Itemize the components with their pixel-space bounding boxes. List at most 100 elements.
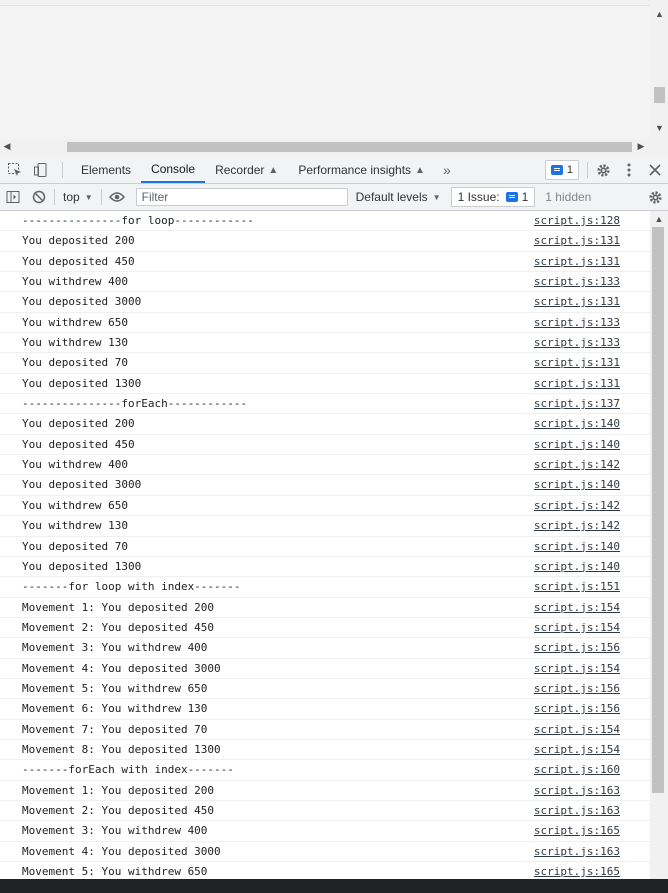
source-link[interactable]: script.js:154 <box>534 601 620 614</box>
console-message-text: You deposited 3000 <box>22 478 142 492</box>
scroll-down-arrow-icon[interactable]: ▼ <box>651 121 668 135</box>
console-message-row: You deposited 1300 script.js:131 <box>0 374 650 395</box>
console-message-row: You withdrew 650 script.js:142 <box>0 496 650 517</box>
scroll-left-arrow-icon[interactable]: ◀ <box>0 139 14 154</box>
source-link[interactable]: script.js:165 <box>534 865 620 878</box>
log-levels-label: Default levels <box>355 190 428 204</box>
filter-input[interactable] <box>135 188 348 206</box>
source-link[interactable]: script.js:131 <box>534 377 620 390</box>
scroll-right-arrow-icon[interactable]: ▶ <box>634 139 648 154</box>
console-message-row: You deposited 1300 script.js:140 <box>0 557 650 578</box>
source-link[interactable]: script.js:131 <box>534 356 620 369</box>
source-link[interactable]: script.js:131 <box>534 255 620 268</box>
console-message-row: You deposited 200 script.js:131 <box>0 231 650 252</box>
console-message-text: You withdrew 650 <box>22 498 128 512</box>
console-messages: ---------------for loop------------ scrip… <box>0 211 650 879</box>
console-message-text: You withdrew 400 <box>22 275 128 289</box>
context-selector[interactable]: top ▼ <box>57 190 99 204</box>
source-link[interactable]: script.js:140 <box>534 560 620 573</box>
source-link[interactable]: script.js:160 <box>534 763 620 776</box>
console-scroll-thumb[interactable] <box>652 227 664 793</box>
console-message-row: Movement 2: You deposited 450 script.js:1… <box>0 618 650 639</box>
source-link[interactable]: script.js:151 <box>534 580 620 593</box>
console-message-row: You deposited 70 script.js:131 <box>0 353 650 374</box>
source-link[interactable]: script.js:165 <box>534 824 620 837</box>
source-link[interactable]: script.js:140 <box>534 540 620 553</box>
console-message-text: Movement 3: You withdrew 400 <box>22 641 208 655</box>
source-link[interactable]: script.js:137 <box>534 397 620 410</box>
source-link[interactable]: script.js:133 <box>534 275 620 288</box>
settings-gear-icon[interactable] <box>590 157 616 183</box>
inspect-element-icon[interactable] <box>2 157 28 183</box>
console-message-row: Movement 1: You deposited 200 script.js:1… <box>0 781 650 801</box>
device-toolbar-icon[interactable] <box>28 157 54 183</box>
source-link[interactable]: script.js:140 <box>534 417 620 430</box>
page-vertical-scrollbar[interactable]: ▲ ▼ <box>651 5 668 139</box>
tab-label: Elements <box>81 163 132 177</box>
console-message-text: You withdrew 400 <box>22 458 128 472</box>
console-message-row: -------for loop with index------- script.… <box>0 577 650 598</box>
tab-elements[interactable]: Elements <box>71 157 141 183</box>
page-horizontal-scroll-thumb[interactable] <box>67 142 632 152</box>
source-link[interactable]: script.js:131 <box>534 295 620 308</box>
source-link[interactable]: script.js:154 <box>534 723 620 736</box>
source-link[interactable]: script.js:163 <box>534 804 620 817</box>
console-message-text: ---------------for loop------------ <box>22 214 254 227</box>
console-message-text: Movement 5: You withdrew 650 <box>22 865 208 878</box>
clear-console-icon[interactable] <box>26 184 52 210</box>
source-link[interactable]: script.js:128 <box>534 214 620 227</box>
console-settings-gear-icon[interactable] <box>642 184 668 210</box>
source-link[interactable]: script.js:163 <box>534 845 620 858</box>
console-message-row: Movement 5: You withdrew 650 script.js:16… <box>0 862 650 879</box>
more-tabs-button[interactable]: » <box>435 162 459 178</box>
close-icon[interactable] <box>642 157 668 183</box>
console-message-text: You deposited 70 <box>22 539 128 553</box>
tab-performance-insights[interactable]: Performance insights ▲ <box>288 157 435 183</box>
issues-count: 1 <box>521 190 529 204</box>
source-link[interactable]: script.js:142 <box>534 499 620 512</box>
console-message-row: Movement 2: You deposited 450 script.js:1… <box>0 801 650 822</box>
source-link[interactable]: script.js:154 <box>534 743 620 756</box>
console-vertical-scrollbar[interactable]: ▲ <box>650 211 668 879</box>
tab-console[interactable]: Console <box>141 157 206 183</box>
source-link[interactable]: script.js:131 <box>534 234 620 247</box>
source-link[interactable]: script.js:156 <box>534 641 620 654</box>
live-expression-eye-icon[interactable] <box>104 184 130 210</box>
console-message-text: You deposited 1300 <box>22 376 142 390</box>
source-link[interactable]: script.js:163 <box>534 784 620 797</box>
scroll-up-arrow-icon[interactable]: ▲ <box>650 212 668 226</box>
source-link[interactable]: script.js:133 <box>534 316 620 329</box>
source-link[interactable]: script.js:133 <box>534 336 620 349</box>
console-message-row: You deposited 450 script.js:131 <box>0 252 650 273</box>
scroll-up-arrow-icon[interactable]: ▲ <box>651 7 668 21</box>
console-message-row: Movement 4: You deposited 3000 script.js:… <box>0 659 650 679</box>
tab-recorder[interactable]: Recorder ▲ <box>205 157 288 183</box>
console-message-text: -------for loop with index------- <box>22 580 241 594</box>
page-horizontal-scrollbar[interactable]: ◀ ▶ <box>0 139 650 154</box>
log-levels-dropdown[interactable]: Default levels ▼ <box>356 190 441 204</box>
source-link[interactable]: script.js:140 <box>534 478 620 491</box>
source-link[interactable]: script.js:142 <box>534 458 620 471</box>
kebab-menu-icon[interactable] <box>616 157 642 183</box>
console-message-row: You withdrew 400 script.js:142 <box>0 455 650 476</box>
source-link[interactable]: script.js:156 <box>534 682 620 695</box>
source-link[interactable]: script.js:156 <box>534 702 620 715</box>
tab-label: Console <box>151 162 196 176</box>
show-sidebar-icon[interactable] <box>0 184 26 210</box>
source-link[interactable]: script.js:154 <box>534 621 620 634</box>
page-vertical-scroll-thumb[interactable] <box>654 87 665 103</box>
source-link[interactable]: script.js:142 <box>534 519 620 532</box>
console-message-text: Movement 4: You deposited 3000 <box>22 661 221 675</box>
divider <box>587 162 588 178</box>
console-message-text: You deposited 450 <box>22 437 135 451</box>
source-link[interactable]: script.js:154 <box>534 662 620 675</box>
console-message-row: Movement 1: You deposited 200 script.js:1… <box>0 598 650 618</box>
context-label: top <box>63 190 80 204</box>
flask-icon: ▲ <box>415 164 425 176</box>
issues-button[interactable]: 1 Issue: 1 <box>450 187 536 207</box>
console-message-text: Movement 3: You withdrew 400 <box>22 824 208 838</box>
issues-badge-button[interactable]: 1 <box>544 160 579 180</box>
divider <box>100 189 102 205</box>
source-link[interactable]: script.js:140 <box>534 438 620 451</box>
console-message-text: You withdrew 130 <box>22 336 128 350</box>
